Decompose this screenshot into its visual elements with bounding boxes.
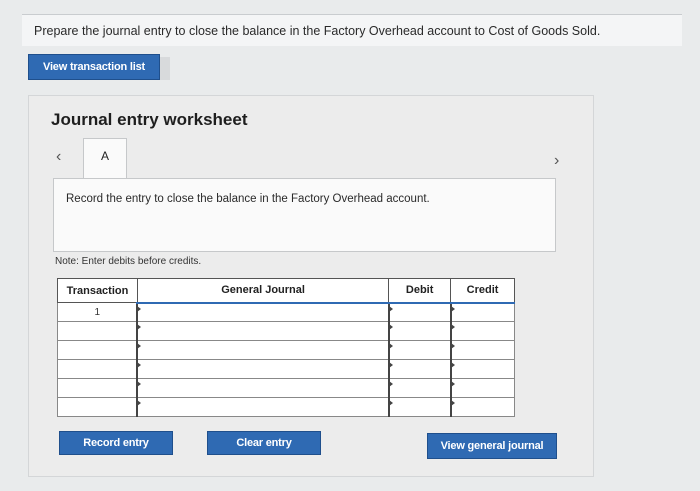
note-text: Note: Enter debits before credits. bbox=[55, 256, 202, 267]
transaction-cell bbox=[57, 359, 138, 379]
debit-input[interactable] bbox=[387, 359, 452, 379]
worksheet-title: Journal entry worksheet bbox=[51, 110, 248, 129]
button-shadow bbox=[160, 57, 170, 80]
question-prompt: Prepare the journal entry to close the b… bbox=[22, 14, 682, 46]
transaction-cell bbox=[57, 378, 138, 398]
question-text: Prepare the journal entry to close the b… bbox=[34, 23, 601, 38]
table-header-row: Transaction General Journal Debit Credit bbox=[57, 278, 515, 304]
view-transaction-list-button[interactable]: View transaction list bbox=[28, 54, 160, 80]
credit-input[interactable] bbox=[449, 359, 515, 379]
debit-input[interactable] bbox=[387, 397, 452, 417]
table-row bbox=[57, 359, 515, 379]
journal-entry-worksheet: Journal entry worksheet ‹ › A Record the… bbox=[28, 95, 594, 477]
debit-input[interactable] bbox=[387, 321, 452, 341]
credit-input[interactable] bbox=[449, 340, 515, 360]
chevron-left-icon[interactable]: ‹ bbox=[56, 148, 61, 166]
header-credit: Credit bbox=[450, 278, 515, 304]
transaction-cell bbox=[57, 340, 138, 360]
chevron-right-icon[interactable]: › bbox=[554, 152, 559, 170]
clear-entry-button[interactable]: Clear entry bbox=[207, 431, 321, 455]
table-row bbox=[57, 378, 515, 398]
account-select[interactable] bbox=[136, 359, 390, 379]
account-select[interactable] bbox=[136, 321, 390, 341]
tab-label: A bbox=[100, 149, 109, 163]
table-row bbox=[57, 321, 515, 341]
transaction-cell bbox=[57, 321, 138, 341]
credit-input[interactable] bbox=[449, 321, 515, 341]
credit-input[interactable] bbox=[449, 378, 515, 398]
debit-input[interactable] bbox=[387, 378, 452, 398]
table-row: 1 bbox=[57, 302, 515, 322]
journal-table: Transaction General Journal Debit Credit… bbox=[57, 278, 515, 417]
instruction-text: Record the entry to close the balance in… bbox=[66, 193, 430, 205]
account-select[interactable] bbox=[136, 378, 390, 398]
record-entry-button[interactable]: Record entry bbox=[59, 431, 173, 455]
credit-input[interactable] bbox=[449, 302, 515, 322]
debit-input[interactable] bbox=[387, 302, 452, 322]
header-general-journal: General Journal bbox=[136, 278, 390, 304]
account-select[interactable] bbox=[136, 340, 390, 360]
transaction-cell bbox=[57, 397, 138, 417]
account-select[interactable] bbox=[136, 302, 390, 322]
transaction-cell: 1 bbox=[57, 302, 138, 322]
tab-a[interactable]: A bbox=[83, 138, 127, 178]
table-row bbox=[57, 397, 515, 417]
credit-input[interactable] bbox=[449, 397, 515, 417]
header-debit: Debit bbox=[388, 278, 452, 304]
debit-input[interactable] bbox=[387, 340, 452, 360]
table-row bbox=[57, 340, 515, 360]
view-general-journal-button[interactable]: View general journal bbox=[427, 433, 557, 459]
header-transaction: Transaction bbox=[57, 278, 138, 303]
instruction-box: Record the entry to close the balance in… bbox=[53, 178, 556, 252]
account-select[interactable] bbox=[136, 397, 390, 417]
